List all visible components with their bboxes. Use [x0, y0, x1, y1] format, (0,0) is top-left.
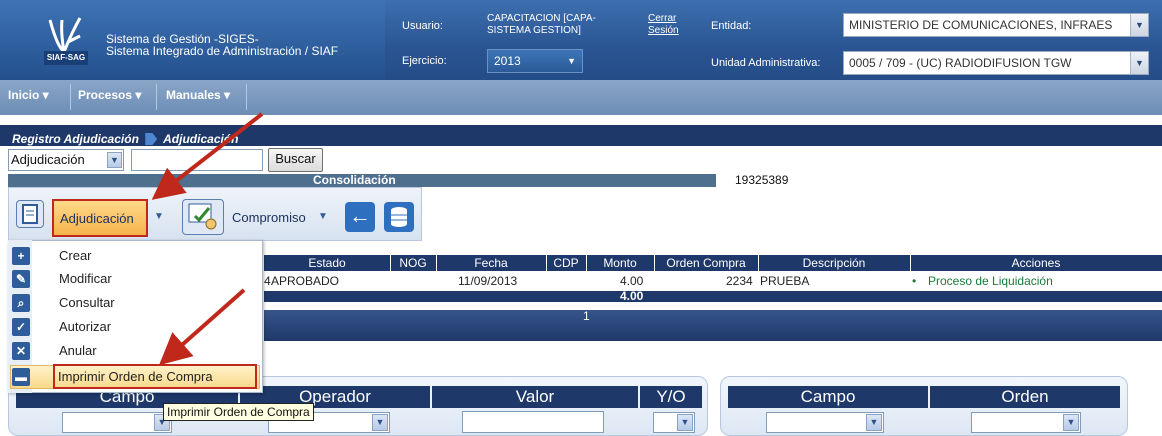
arrow-to-imprimir	[159, 288, 246, 366]
annotation-arrows	[151, 112, 264, 366]
arrow-to-adjudicacion	[151, 112, 264, 200]
